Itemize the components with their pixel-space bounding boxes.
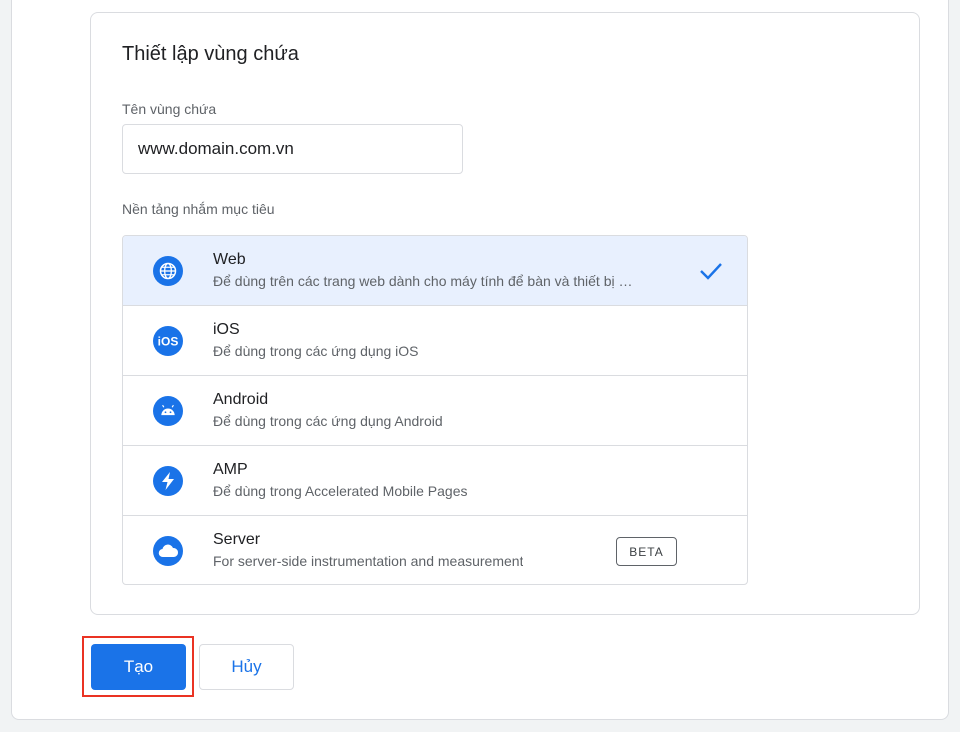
ios-icon: iOS [153, 326, 183, 356]
platform-list: Web Để dùng trên các trang web dành cho … [122, 235, 748, 585]
svg-text:iOS: iOS [158, 335, 179, 349]
create-button[interactable]: Tạo [91, 644, 186, 690]
platform-description: Để dùng trong Accelerated Mobile Pages [213, 483, 468, 499]
container-name-label: Tên vùng chứa [122, 101, 217, 117]
platform-description: For server-side instrumentation and meas… [213, 553, 524, 569]
platform-title: Web [213, 251, 246, 268]
platform-description: Để dùng trên các trang web dành cho máy … [213, 273, 633, 289]
platform-title: Server [213, 531, 261, 548]
platform-title: iOS [213, 321, 240, 338]
platform-description: Để dùng trong các ứng dụng iOS [213, 343, 419, 359]
platform-option-android[interactable]: Android Để dùng trong các ứng dụng Andro… [123, 376, 747, 446]
platform-option-amp[interactable]: AMP Để dùng trong Accelerated Mobile Pag… [123, 446, 747, 516]
cancel-button[interactable]: Hủy [199, 644, 294, 690]
bolt-icon [153, 466, 183, 496]
globe-icon [153, 256, 183, 286]
platform-title: Android [213, 391, 269, 408]
cloud-icon [153, 536, 183, 566]
check-icon [699, 260, 723, 287]
platform-option-server[interactable]: Server For server-side instrumentation a… [123, 516, 747, 584]
beta-badge: BETA [616, 537, 677, 566]
android-icon [153, 396, 183, 426]
container-name-input[interactable] [122, 124, 463, 174]
platform-option-ios[interactable]: iOS iOS Để dùng trong các ứng dụng iOS [123, 306, 747, 376]
platform-title: AMP [213, 461, 248, 478]
target-platform-label: Nền tảng nhắm mục tiêu [122, 201, 275, 217]
card-title: Thiết lập vùng chứa [122, 43, 299, 65]
container-setup-card: Thiết lập vùng chứa Tên vùng chứa Nền tả… [90, 12, 920, 615]
platform-option-web[interactable]: Web Để dùng trên các trang web dành cho … [123, 236, 747, 306]
platform-description: Để dùng trong các ứng dụng Android [213, 413, 443, 429]
